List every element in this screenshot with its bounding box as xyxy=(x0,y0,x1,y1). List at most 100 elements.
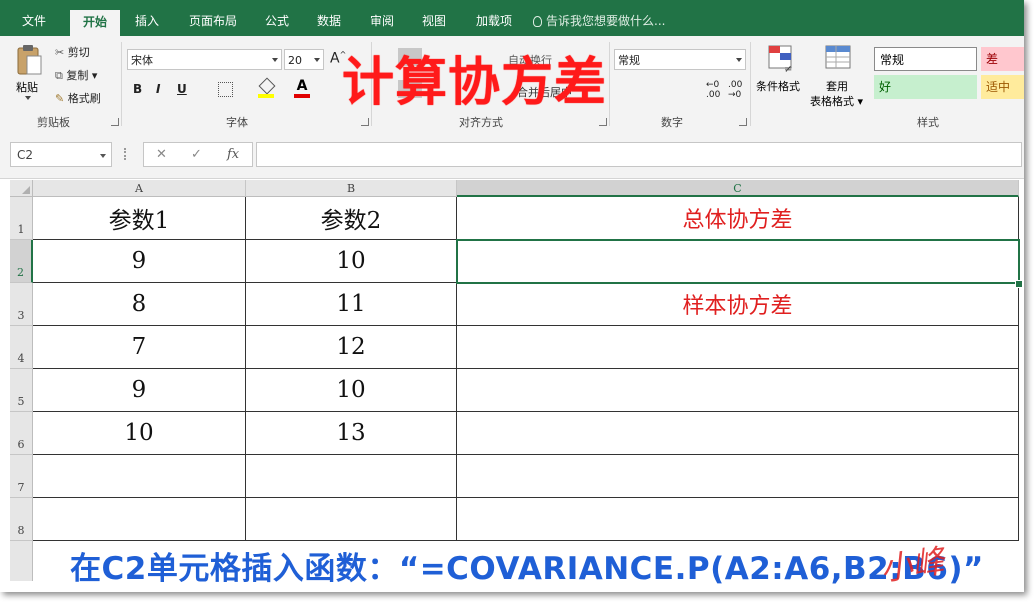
chevron-down-icon xyxy=(100,154,106,158)
row-header-8[interactable]: 8 xyxy=(10,498,33,541)
row-header-9[interactable] xyxy=(10,541,33,581)
fill-color-swatch xyxy=(258,94,274,98)
tab-review[interactable]: 审阅 xyxy=(361,8,403,36)
tab-home[interactable]: 开始 xyxy=(70,10,120,36)
cell-value: 样本协方差 xyxy=(682,294,793,319)
row-header-4[interactable]: 4 xyxy=(10,326,33,369)
row-header-7[interactable]: 7 xyxy=(10,455,33,498)
cell-b7[interactable] xyxy=(246,455,457,498)
font-launcher-icon[interactable] xyxy=(361,118,369,126)
fill-color-button[interactable] xyxy=(258,77,276,98)
cell-a3[interactable]: 8 xyxy=(33,283,246,326)
style-normal[interactable]: 常规 xyxy=(874,47,977,71)
italic-button[interactable]: I xyxy=(156,82,160,96)
cell-a8[interactable] xyxy=(33,498,246,541)
cell-c5[interactable] xyxy=(457,369,1019,412)
underline-button[interactable]: U xyxy=(177,82,187,96)
format-painter-button[interactable]: ✎ 格式刷 xyxy=(55,90,101,106)
column-header-b[interactable]: B xyxy=(246,180,457,197)
table-format-icon xyxy=(825,45,851,69)
row-number: 8 xyxy=(17,524,25,537)
tab-insert[interactable]: 插入 xyxy=(126,8,168,36)
cell-value: 11 xyxy=(336,291,366,317)
column-header-c[interactable]: C xyxy=(457,180,1019,197)
row-header-3[interactable]: 3 xyxy=(10,283,33,326)
tab-addins[interactable]: 加载项 xyxy=(468,8,520,36)
number-launcher-icon[interactable] xyxy=(739,118,747,126)
tab-data[interactable]: 数据 xyxy=(308,8,350,36)
font-group-label: 字体 xyxy=(226,116,248,129)
format-as-table-button[interactable]: 套用 表格格式 ▾ xyxy=(808,44,868,110)
style-good[interactable]: 好 xyxy=(874,75,977,99)
cell-c1[interactable]: 总体协方差 xyxy=(457,197,1019,240)
divider xyxy=(121,42,122,126)
clipboard-launcher-icon[interactable] xyxy=(111,118,119,126)
enter-icon[interactable]: ✓ xyxy=(191,147,202,162)
cell-a6[interactable]: 10 xyxy=(33,412,246,455)
border-icon[interactable] xyxy=(218,82,233,97)
cell-b5[interactable]: 10 xyxy=(246,369,457,412)
alignment-launcher-icon[interactable] xyxy=(599,118,607,126)
conditional-format-button[interactable]: ≠ 条件格式 xyxy=(756,44,808,110)
name-box[interactable]: C2 xyxy=(10,142,112,167)
cell-c2[interactable] xyxy=(457,240,1019,283)
cell-a4[interactable]: 7 xyxy=(33,326,246,369)
cell-b2[interactable]: 10 xyxy=(246,240,457,283)
insert-function-icon[interactable]: fx xyxy=(227,147,239,162)
cell-c7[interactable] xyxy=(457,455,1019,498)
number-format-select[interactable]: 常规 xyxy=(614,49,746,70)
cell-a2[interactable]: 9 xyxy=(33,240,246,283)
formula-input[interactable] xyxy=(256,142,1022,167)
tab-page-layout[interactable]: 页面布局 xyxy=(180,8,246,36)
chevron-down-icon xyxy=(314,58,320,62)
cancel-icon[interactable]: ✕ xyxy=(156,147,167,162)
row-header-5[interactable]: 5 xyxy=(10,369,33,412)
row-header-2[interactable]: 2 xyxy=(10,240,33,283)
cell-c3[interactable]: 样本协方差 xyxy=(457,283,1019,326)
cell-c8[interactable] xyxy=(457,498,1019,541)
painter-label: 格式刷 xyxy=(67,92,101,105)
cell-b4[interactable]: 12 xyxy=(246,326,457,369)
grip-icon[interactable] xyxy=(124,148,128,160)
bold-button[interactable]: B xyxy=(133,82,142,96)
row-header-1[interactable]: 1 xyxy=(10,197,33,240)
font-name-select[interactable]: 宋体 xyxy=(127,49,282,70)
cut-label: 剪切 xyxy=(67,46,90,59)
alignment-group-label: 对齐方式 xyxy=(459,116,503,129)
grow-font-icon: A xyxy=(330,50,340,67)
cell-a7[interactable] xyxy=(33,455,246,498)
tab-file[interactable]: 文件 xyxy=(12,8,56,36)
cell-c6[interactable] xyxy=(457,412,1019,455)
font-name-value: 宋体 xyxy=(131,54,153,67)
tell-me-text: 告诉我您想要做什么... xyxy=(546,14,666,28)
divider xyxy=(609,42,610,126)
font-size-select[interactable]: 20 xyxy=(284,49,324,70)
paste-icon xyxy=(17,45,42,75)
font-color-button[interactable]: A xyxy=(294,78,310,98)
cell-b6[interactable]: 13 xyxy=(246,412,457,455)
style-bad[interactable]: 差 xyxy=(981,47,1024,71)
tab-formulas[interactable]: 公式 xyxy=(256,8,298,36)
cell-b8[interactable] xyxy=(246,498,457,541)
fill-handle[interactable] xyxy=(1015,280,1023,288)
cut-button[interactable]: ✂ 剪切 xyxy=(55,44,90,60)
decrease-decimal-button[interactable]: .00 →0 xyxy=(728,80,742,100)
cell-a5[interactable]: 9 xyxy=(33,369,246,412)
chevron-down-icon xyxy=(25,96,31,100)
row-number: 4 xyxy=(17,352,25,365)
tab-view[interactable]: 视图 xyxy=(413,8,455,36)
cell-b3[interactable]: 11 xyxy=(246,283,457,326)
paste-button[interactable]: 粘贴 xyxy=(12,44,46,106)
increase-decimal-button[interactable]: ←0.00 xyxy=(706,80,720,100)
column-header-a[interactable]: A xyxy=(33,180,246,197)
row-header-6[interactable]: 6 xyxy=(10,412,33,455)
conditional-format-label: 条件格式 xyxy=(756,80,800,93)
cell-b1[interactable]: 参数2 xyxy=(246,197,457,240)
font-color-swatch xyxy=(294,94,310,98)
select-all-corner[interactable] xyxy=(10,180,33,197)
tell-me-box[interactable]: 告诉我您想要做什么... xyxy=(533,8,665,34)
copy-button[interactable]: ⧉ 复制 ▾ xyxy=(55,67,97,83)
style-neutral[interactable]: 适中 xyxy=(981,75,1024,99)
cell-a1[interactable]: 参数1 xyxy=(33,197,246,240)
cell-c4[interactable] xyxy=(457,326,1019,369)
